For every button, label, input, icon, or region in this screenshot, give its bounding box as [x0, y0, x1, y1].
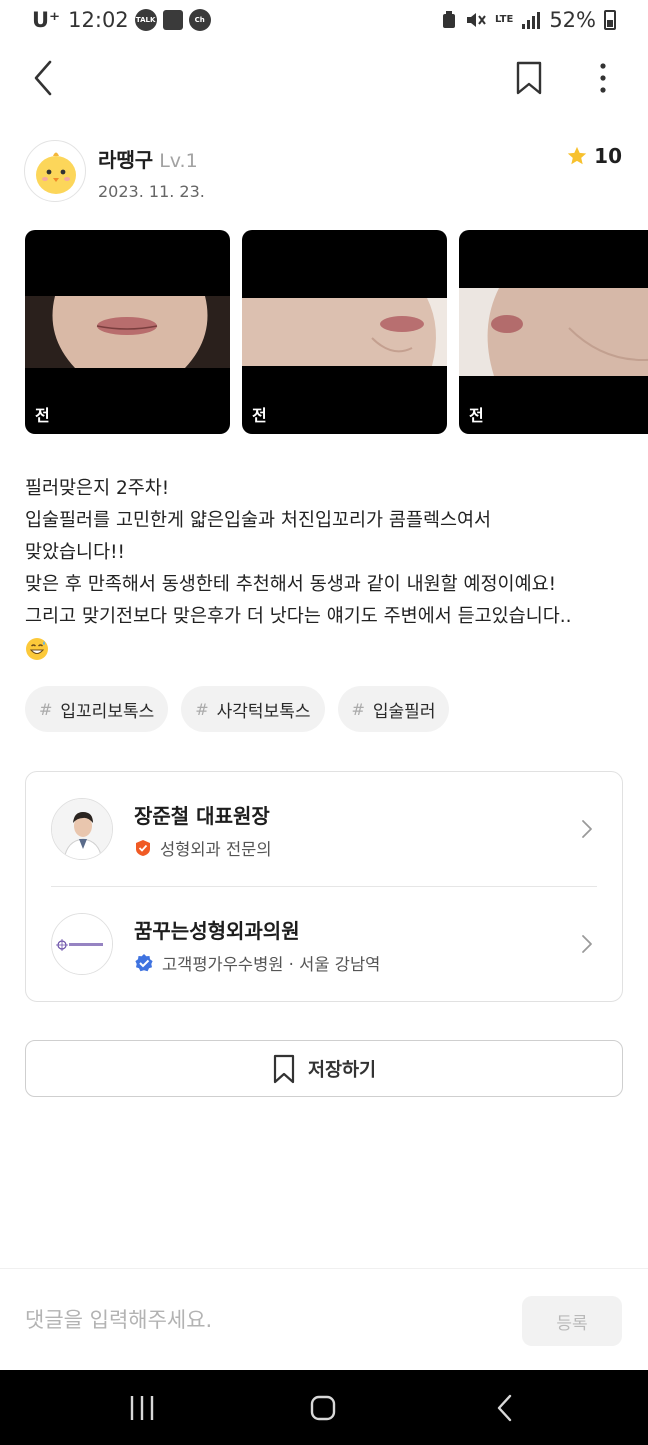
save-button-label: 저장하기: [307, 1059, 377, 1081]
before-photo-image: [459, 288, 648, 376]
hospital-logo: [51, 913, 113, 975]
hospital-name: 꿈꾸는성형외과의원: [134, 919, 300, 943]
hospital-info-row: 고객평가우수병원 · 서울 강남역: [134, 951, 380, 975]
system-navigation-bar: [0, 1370, 648, 1445]
bookmark-icon[interactable]: [512, 60, 546, 96]
doctor-avatar: [51, 798, 113, 860]
review-text-line: 필러맞은지 2주차!: [25, 478, 170, 499]
review-date: 2023. 11. 23.: [98, 182, 205, 201]
author-name-row: 라땡구 Lv.1: [98, 144, 198, 173]
photo-carousel[interactable]: 전 전 전: [25, 230, 648, 435]
kakaotalk-notification-icon: TALK: [134, 9, 157, 31]
gallery-notification-icon: [162, 10, 183, 30]
review-photo[interactable]: 전: [242, 230, 447, 434]
review-photo[interactable]: 전: [459, 230, 648, 434]
clock: 12:02: [68, 8, 129, 32]
save-button[interactable]: 저장하기: [25, 1040, 623, 1097]
doctor-name: 장준철 대표원장: [134, 804, 270, 828]
hashtag-list: # 입꼬리보톡스 # 사각턱보톡스 # 입술필러: [25, 686, 450, 732]
before-photo-image: [25, 296, 230, 368]
hashtag-label: 입꼬리보톡스: [60, 701, 155, 722]
hashtag-chip[interactable]: # 입술필러: [337, 686, 450, 732]
top-nav: [0, 50, 648, 106]
more-options-icon[interactable]: [588, 60, 618, 96]
doctor-hospital-card: 장준철 대표원장 성형외과 전문의 꿈꾸는성형외과의원 고객평가우수병원 · 서…: [25, 771, 623, 1002]
home-icon[interactable]: [303, 1388, 343, 1428]
submit-comment-button[interactable]: 등록: [522, 1296, 622, 1346]
hashtag-chip[interactable]: # 입꼬리보톡스: [25, 686, 169, 732]
comment-bar: 등록: [0, 1268, 648, 1370]
photo-label: 전: [469, 406, 484, 425]
review-text: 필러맞은지 2주차! 입술필러를 고민한게 얇은입술과 처진입꼬리가 콤플렉스여…: [25, 473, 625, 665]
hash-icon: #: [351, 699, 365, 719]
grinning-sweat-emoji-icon: [26, 638, 48, 660]
status-right: LTE 52%: [441, 8, 616, 32]
specialist-badge-icon: [136, 840, 150, 856]
status-bar: U⁺ 12:02 TALK Ch LTE 52%: [0, 0, 648, 44]
verified-badge-icon: [135, 954, 153, 972]
doctor-row[interactable]: 장준철 대표원장 성형외과 전문의: [26, 772, 622, 886]
hashtag-label: 사각턱보톡스: [216, 701, 311, 722]
hospital-info: 고객평가우수병원 · 서울 강남역: [162, 955, 381, 974]
network-type-label: LTE: [494, 14, 514, 25]
review-detail-screen: U⁺ 12:02 TALK Ch LTE 52% 라땡구 Lv.1 2023. …: [0, 0, 648, 1445]
review-text-line: 입술필러를 고민한게 얇은입술과 처진입꼬리가 콤플렉스여서: [25, 510, 492, 531]
system-back-icon[interactable]: [486, 1388, 526, 1428]
author-avatar[interactable]: [24, 140, 86, 202]
back-icon[interactable]: [26, 58, 62, 98]
signal-icon: [522, 12, 541, 29]
review-author: 라땡구 Lv.1 2023. 11. 23. 10: [24, 138, 624, 208]
hashtag-label: 입술필러: [372, 701, 436, 722]
chick-avatar-icon: [36, 152, 76, 194]
battery-icon: [604, 10, 616, 30]
before-photo-image: [242, 298, 447, 366]
chevron-right-icon: [582, 935, 592, 953]
doctor-specialty: 성형외과 전문의: [160, 840, 272, 859]
hospital-row[interactable]: 꿈꾸는성형외과의원 고객평가우수병원 · 서울 강남역: [26, 887, 622, 1001]
review-text-line: 맞은 후 만족해서 동생한테 추천해서 동생과 같이 내원할 예정이예요!: [25, 574, 557, 595]
carrier-label: U⁺: [32, 8, 61, 32]
review-photo[interactable]: 전: [25, 230, 230, 434]
hospital-logo-image: [52, 914, 112, 974]
channel-notification-icon: Ch: [188, 9, 211, 31]
review-text-line: [25, 633, 625, 665]
recycle-icon: [442, 11, 455, 28]
hashtag-chip[interactable]: # 사각턱보톡스: [181, 686, 325, 732]
author-level: Lv.1: [159, 150, 198, 172]
bookmark-icon: [273, 1054, 295, 1083]
review-text-line: 맞았습니다!!: [25, 542, 125, 563]
status-left: U⁺ 12:02 TALK Ch: [32, 8, 211, 32]
star-icon: [567, 146, 587, 165]
photo-label: 전: [252, 406, 267, 425]
mute-icon: [466, 13, 486, 27]
rating: 10: [566, 144, 622, 168]
chevron-right-icon: [582, 820, 592, 838]
recent-apps-icon[interactable]: [122, 1388, 162, 1428]
doctor-specialty-row: 성형외과 전문의: [134, 836, 272, 860]
photo-label: 전: [35, 406, 50, 425]
hash-icon: #: [39, 699, 53, 719]
hash-icon: #: [195, 699, 209, 719]
battery-percent: 52%: [549, 8, 596, 32]
rating-value: 10: [594, 144, 622, 168]
doctor-photo-image: [52, 799, 112, 859]
review-text-line: 그리고 맞기전보다 맞은후가 더 낫다는 얘기도 주변에서 듣고있습니다..: [25, 606, 572, 627]
author-name[interactable]: 라땡구: [98, 148, 153, 172]
comment-input[interactable]: [25, 1299, 495, 1341]
